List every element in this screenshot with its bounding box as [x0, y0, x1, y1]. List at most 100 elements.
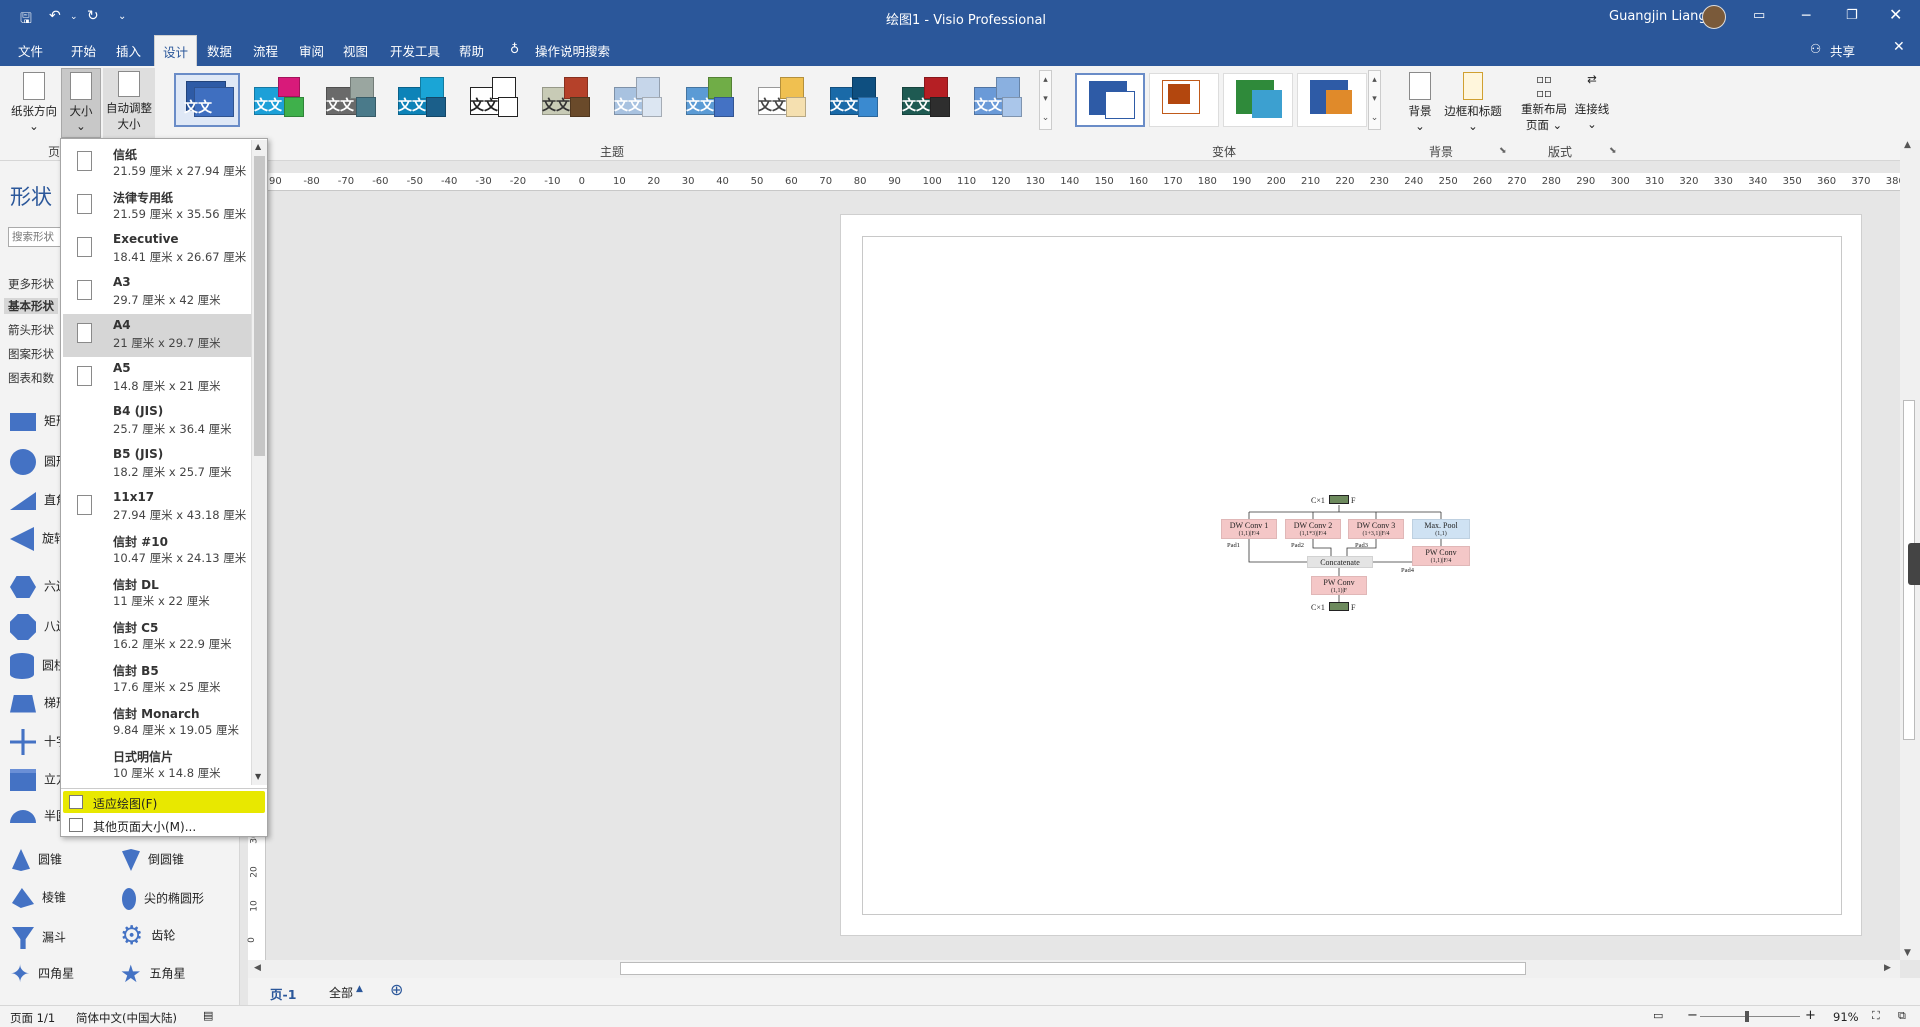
tab-design[interactable]: 设计: [154, 35, 198, 66]
page-size-item[interactable]: A4 21 厘米 x 29.7 厘米: [63, 314, 251, 357]
zoom-in-icon[interactable]: +: [1805, 1008, 1816, 1023]
relayout-page-button[interactable]: ▫▫ ▫▫ 重新布局 页面 ⌄: [1518, 72, 1570, 133]
page-size-item[interactable]: 信封 Monarch 9.84 厘米 x 19.05 厘米: [63, 701, 251, 744]
page-size-item[interactable]: Executive 18.41 厘米 x 26.67 厘米: [63, 228, 251, 271]
page-size-item[interactable]: 日式明信片 10 厘米 x 14.8 厘米: [63, 744, 251, 787]
minimize-icon[interactable]: ─: [1802, 8, 1810, 24]
side-panel-handle[interactable]: [1908, 543, 1920, 585]
zoom-level[interactable]: 91%: [1833, 1010, 1859, 1024]
page-size-item[interactable]: B5 (JIS) 18.2 厘米 x 25.7 厘米: [63, 443, 251, 486]
category-more-shapes[interactable]: 更多形状: [8, 276, 54, 292]
theme-3[interactable]: 文文: [318, 73, 384, 127]
auto-size-button[interactable]: 自动调整 大小: [103, 68, 155, 138]
shape-pyramid[interactable]: 棱锥: [12, 888, 66, 908]
shape-gear[interactable]: ⚙ 齿轮: [120, 923, 175, 949]
page-indicator[interactable]: 页面 1/1: [10, 1010, 55, 1026]
variants-gallery-scroll[interactable]: ▴ ▾ ⌄: [1368, 70, 1381, 130]
tab-file[interactable]: 文件: [18, 41, 43, 60]
theme-8[interactable]: 文文: [678, 73, 744, 127]
dropdown-scroll-down-icon[interactable]: ▼: [255, 772, 261, 781]
shape-inverted-cone[interactable]: 倒圆锥: [122, 849, 184, 871]
dropdown-scrollbar[interactable]: ▲ ▼: [251, 140, 267, 785]
dropdown-scroll-thumb[interactable]: [254, 156, 265, 456]
page-size-item[interactable]: 11x17 27.94 厘米 x 43.18 厘米: [63, 486, 251, 529]
theme-5[interactable]: 文文: [462, 73, 528, 127]
tab-developer[interactable]: 开发工具: [390, 41, 440, 60]
category-arrow-shapes[interactable]: 箭头形状: [8, 322, 54, 338]
page-size-item[interactable]: 信封 B5 17.6 厘米 x 25 厘米: [63, 658, 251, 701]
page-size-item[interactable]: 信封 C5 16.2 厘米 x 22.9 厘米: [63, 615, 251, 658]
shape-funnel[interactable]: 漏斗: [12, 927, 66, 949]
drawing-canvas[interactable]: C×1 F DW Conv 1 (1,1)|F/4 DW Conv 2 (1,1…: [268, 193, 1900, 960]
avatar[interactable]: [1702, 5, 1726, 29]
category-pattern-shapes[interactable]: 图案形状: [8, 346, 54, 362]
shape-pointed-ellipse[interactable]: 尖的椭圆形: [122, 888, 204, 910]
shape-cone[interactable]: 圆锥: [12, 849, 62, 871]
drawing-page[interactable]: C×1 F DW Conv 1 (1,1)|F/4 DW Conv 2 (1,1…: [840, 214, 1862, 936]
shape-four-point-star[interactable]: ✦ 四角星: [10, 962, 74, 986]
borders-titles-button[interactable]: 边框和标题 ⌄: [1441, 72, 1505, 133]
background-button[interactable]: 背景 ⌄: [1400, 72, 1440, 133]
page-size-item[interactable]: 信纸 21.59 厘米 x 27.94 厘米: [63, 142, 251, 185]
zoom-out-icon[interactable]: −: [1687, 1008, 1698, 1023]
close-icon[interactable]: ✕: [1889, 5, 1902, 24]
shape-five-point-star[interactable]: ★ 五角星: [120, 962, 186, 986]
variant-4[interactable]: [1297, 73, 1367, 127]
switch-windows-icon[interactable]: ⧉: [1898, 1009, 1906, 1023]
themes-gallery-scroll[interactable]: ▴ ▾ ⌄: [1039, 70, 1052, 130]
scroll-left-icon[interactable]: ◀: [254, 963, 261, 973]
theme-12[interactable]: 文文: [966, 73, 1032, 127]
scroll-up-icon[interactable]: ▲: [1904, 140, 1911, 150]
zoom-slider[interactable]: [1700, 1016, 1800, 1017]
connectors-button[interactable]: ⇄ 连接线 ⌄: [1570, 72, 1614, 131]
theme-2[interactable]: 文文: [246, 73, 312, 127]
ribbon-display-options-icon[interactable]: ▭: [1753, 8, 1765, 23]
fit-to-drawing-menu-item[interactable]: 适应绘图(F): [63, 791, 265, 813]
size-button[interactable]: 大小 ⌄: [61, 68, 101, 138]
page-size-item[interactable]: B4 (JIS) 25.7 厘米 x 36.4 厘米: [63, 400, 251, 443]
page-size-item[interactable]: 法律专用纸 21.59 厘米 x 35.56 厘米: [63, 185, 251, 228]
page-size-item[interactable]: A3 29.7 厘米 x 42 厘米: [63, 271, 251, 314]
layout-dialog-launcher-icon[interactable]: ⬊: [1609, 146, 1617, 156]
tab-home[interactable]: 开始: [71, 41, 96, 60]
horizontal-scroll-thumb[interactable]: [620, 962, 1526, 975]
dropdown-scroll-up-icon[interactable]: ▲: [255, 142, 261, 151]
category-chart-shapes[interactable]: 图表和数: [8, 370, 54, 386]
customize-qat-icon[interactable]: ⌄: [118, 11, 126, 22]
tab-insert[interactable]: 插入: [116, 41, 141, 60]
theme-7[interactable]: 文文: [606, 73, 672, 127]
tab-help[interactable]: 帮助: [459, 41, 484, 60]
all-pages-button[interactable]: 全部: [329, 984, 353, 1001]
page-size-item[interactable]: A5 14.8 厘米 x 21 厘米: [63, 357, 251, 400]
page-size-item[interactable]: 信封 #10 10.47 厘米 x 24.13 厘米: [63, 529, 251, 572]
variant-1[interactable]: [1075, 73, 1145, 127]
close-pane-icon[interactable]: ✕: [1893, 39, 1905, 55]
orientation-button[interactable]: 纸张方向 ⌄: [8, 72, 60, 133]
theme-9[interactable]: 文文: [750, 73, 816, 127]
user-name[interactable]: Guangjin Liang: [1609, 9, 1707, 24]
variant-3[interactable]: [1223, 73, 1293, 127]
tab-view[interactable]: 视图: [343, 41, 368, 60]
horizontal-scrollbar[interactable]: ◀ ▶: [248, 960, 1900, 978]
zoom-slider-thumb[interactable]: [1745, 1011, 1749, 1022]
redo-icon[interactable]: ↻: [87, 8, 99, 24]
variant-2[interactable]: [1149, 73, 1219, 127]
add-page-icon[interactable]: ⊕: [390, 980, 403, 999]
tab-process[interactable]: 流程: [253, 41, 278, 60]
scroll-right-icon[interactable]: ▶: [1884, 963, 1891, 973]
tab-data[interactable]: 数据: [207, 41, 232, 60]
vertical-scrollbar[interactable]: ▲ ▼: [1900, 140, 1920, 960]
background-dialog-launcher-icon[interactable]: ⬊: [1499, 146, 1507, 156]
all-pages-dropdown-icon[interactable]: ▲: [356, 984, 363, 994]
more-page-sizes-menu-item[interactable]: 其他页面大小(M)...: [63, 814, 265, 836]
undo-icon[interactable]: ↶: [49, 8, 61, 24]
tell-me-search[interactable]: 操作说明搜索: [535, 41, 610, 60]
fit-page-icon[interactable]: ⛶: [1872, 1009, 1880, 1023]
theme-4[interactable]: 文文: [390, 73, 456, 127]
theme-11[interactable]: 文文: [894, 73, 960, 127]
page-size-item[interactable]: 信封 DL 11 厘米 x 22 厘米: [63, 572, 251, 615]
page-tab-1[interactable]: 页-1: [270, 984, 296, 1003]
scroll-down-icon[interactable]: ▼: [1904, 948, 1911, 958]
category-basic-shapes[interactable]: 基本形状: [4, 298, 58, 314]
tab-review[interactable]: 审阅: [299, 41, 324, 60]
